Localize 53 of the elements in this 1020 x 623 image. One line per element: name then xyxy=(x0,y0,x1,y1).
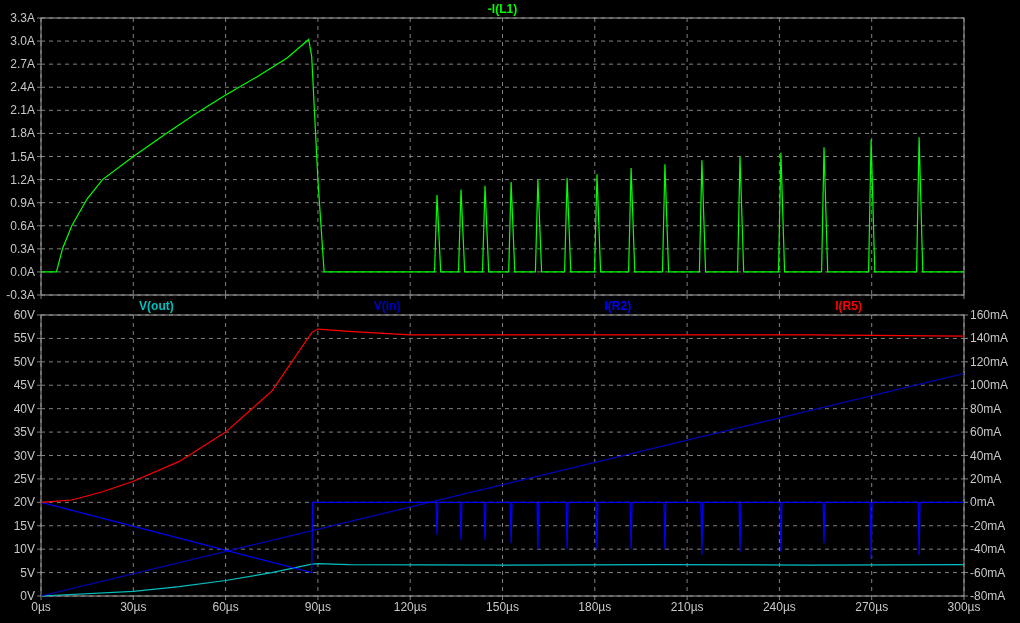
tick-label: 2.4A xyxy=(10,80,35,95)
tick-label: 60µs xyxy=(212,600,239,614)
tick-label: 1.5A xyxy=(10,149,35,164)
tick-label: 2.7A xyxy=(10,57,35,72)
tick-label: 55V xyxy=(13,331,35,346)
tick-label: 120mA xyxy=(970,354,1009,369)
tick-label: -40mA xyxy=(970,542,1006,557)
tick-label: 50V xyxy=(13,354,35,369)
tick-label: 180µs xyxy=(578,600,612,614)
tick-label: 0µs xyxy=(31,600,51,614)
tick-label: 0.0A xyxy=(10,264,35,279)
tick-label: 15V xyxy=(13,518,35,533)
tick-label: -0.3A xyxy=(6,288,35,300)
tick-label: 5V xyxy=(20,565,35,580)
tick-label: 40V xyxy=(13,401,35,416)
tick-label: 160mA xyxy=(970,308,1009,322)
tick-label: 0mA xyxy=(970,495,995,510)
tick-label: 80mA xyxy=(970,401,1002,416)
tick-label: 3.3A xyxy=(10,11,35,25)
tick-label: 0.9A xyxy=(10,195,35,210)
tick-label: 3.0A xyxy=(10,34,35,49)
tick-label: 210µs xyxy=(670,600,704,614)
tick-label: 40mA xyxy=(970,448,1002,463)
trace-label[interactable]: V(out) xyxy=(139,300,174,313)
tick-label: 30µs xyxy=(120,600,147,614)
tick-label: 30V xyxy=(13,448,35,463)
tick-label: 0V xyxy=(20,589,35,603)
trace-label[interactable]: I(R5) xyxy=(835,300,862,313)
tick-label: 20mA xyxy=(970,471,1002,486)
tick-label: 1.8A xyxy=(10,126,35,141)
tick-label: 0.6A xyxy=(10,218,35,233)
tick-label: 300µs xyxy=(947,600,981,614)
tick-label: 2.1A xyxy=(10,103,35,118)
tick-label: 100mA xyxy=(970,378,1009,393)
tick-label: 45V xyxy=(13,378,35,393)
tick-label: 120µs xyxy=(393,600,427,614)
tick-label: -20mA xyxy=(970,518,1006,533)
tick-label: 140mA xyxy=(970,331,1009,346)
trace-label[interactable]: -I(L1) xyxy=(487,2,518,16)
tick-label: 90µs xyxy=(304,600,332,614)
tick-label: -80mA xyxy=(970,589,1006,603)
tick-label: 150µs xyxy=(486,600,519,614)
tick-label: 60mA xyxy=(970,425,1002,440)
tick-label: 240µs xyxy=(762,600,796,614)
tick-label: 60V xyxy=(13,308,35,322)
tick-label: 25V xyxy=(13,471,35,486)
tick-label: 10V xyxy=(13,542,35,557)
tick-label: -60mA xyxy=(970,565,1006,580)
tick-label: 20V xyxy=(13,495,35,510)
tick-label: 270µs xyxy=(855,600,889,614)
tick-label: 0.3A xyxy=(10,241,35,256)
tick-label: 35V xyxy=(13,425,35,440)
tick-label: 1.2A xyxy=(10,172,35,187)
